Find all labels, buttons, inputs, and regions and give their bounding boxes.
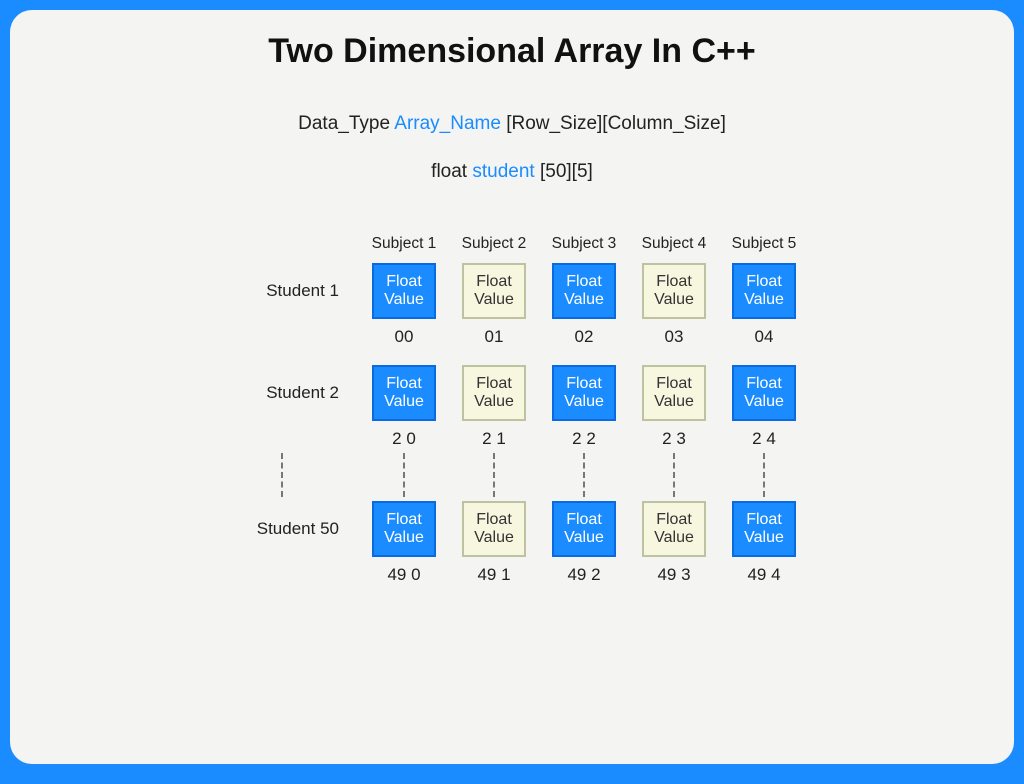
cell-index: 49 4 <box>721 557 807 585</box>
row-label: Student 1 <box>217 281 357 301</box>
cell-index: 03 <box>631 319 717 347</box>
diagram-card: Two Dimensional Array In C++ Data_Type A… <box>10 10 1014 764</box>
page-title: Two Dimensional Array In C++ <box>10 32 1014 71</box>
ellipsis-icon <box>721 449 807 501</box>
col-header: Subject 1 <box>361 235 447 263</box>
example-line: float student [50][5] <box>10 161 1014 183</box>
col-header: Subject 2 <box>451 235 537 263</box>
array-cell: FloatValue <box>642 365 706 421</box>
array-cell: FloatValue <box>732 501 796 557</box>
ellipsis-icon <box>361 449 447 501</box>
ellipsis-icon <box>631 449 717 501</box>
example-name: student <box>472 161 534 182</box>
cell-index: 49 1 <box>451 557 537 585</box>
cell-index: 00 <box>361 319 447 347</box>
cell-index: 01 <box>451 319 537 347</box>
array-cell: FloatValue <box>552 263 616 319</box>
array-cell: FloatValue <box>462 365 526 421</box>
syntax-name: Array_Name <box>394 113 501 134</box>
array-cell: FloatValue <box>732 263 796 319</box>
cell-index: 2 1 <box>451 421 537 449</box>
array-cell: FloatValue <box>462 263 526 319</box>
array-cell: FloatValue <box>552 365 616 421</box>
cell-index: 2 3 <box>631 421 717 449</box>
cell-index: 49 2 <box>541 557 627 585</box>
cell-index: 04 <box>721 319 807 347</box>
array-cell: FloatValue <box>552 501 616 557</box>
array-grid: Subject 1 Subject 2 Subject 3 Subject 4 … <box>217 235 807 585</box>
cell-index: 02 <box>541 319 627 347</box>
col-header: Subject 5 <box>721 235 807 263</box>
col-header: Subject 3 <box>541 235 627 263</box>
array-cell: FloatValue <box>732 365 796 421</box>
array-cell: FloatValue <box>372 263 436 319</box>
cell-index: 49 3 <box>631 557 717 585</box>
ellipsis-icon <box>541 449 627 501</box>
array-cell: FloatValue <box>372 365 436 421</box>
syntax-suffix: [Row_Size][Column_Size] <box>501 113 726 134</box>
col-header: Subject 4 <box>631 235 717 263</box>
example-suffix: [50][5] <box>535 161 593 182</box>
array-cell: FloatValue <box>372 501 436 557</box>
cell-index: 49 0 <box>361 557 447 585</box>
cell-index: 2 2 <box>541 421 627 449</box>
array-cell: FloatValue <box>642 501 706 557</box>
ellipsis-icon <box>451 449 537 501</box>
example-prefix: float <box>431 161 472 182</box>
ellipsis-icon <box>217 449 357 501</box>
row-label: Student 2 <box>217 383 357 403</box>
row-label: Student 50 <box>217 519 357 539</box>
cell-index: 2 4 <box>721 421 807 449</box>
array-cell: FloatValue <box>462 501 526 557</box>
array-cell: FloatValue <box>642 263 706 319</box>
syntax-prefix: Data_Type <box>298 113 394 134</box>
syntax-line: Data_Type Array_Name [Row_Size][Column_S… <box>10 113 1014 135</box>
cell-index: 2 0 <box>361 421 447 449</box>
